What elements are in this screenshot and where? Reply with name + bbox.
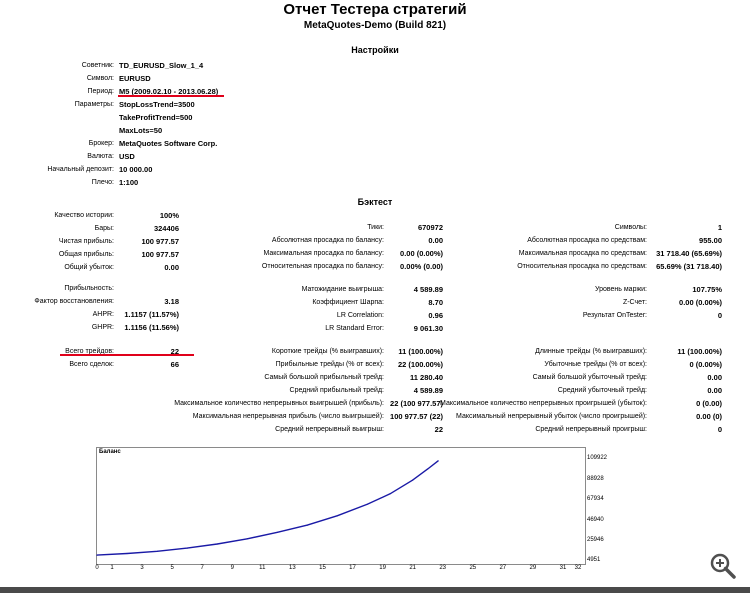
balance-point: [276, 531, 278, 533]
balance-point: [306, 524, 309, 526]
x-tick-label: 21: [409, 565, 417, 571]
balance-point: [186, 547, 188, 549]
x-tick-label: 32: [574, 565, 582, 571]
balance-point: [216, 543, 218, 545]
balance-point: [156, 550, 158, 552]
balance-point: [246, 538, 248, 540]
balance-point: [412, 479, 414, 481]
balance-point: [366, 503, 369, 505]
x-tick-label: 3: [140, 565, 144, 571]
balance-point: [389, 493, 391, 495]
x-tick-label: 27: [499, 565, 507, 571]
balance-chart-plot: [96, 460, 439, 556]
y-tick-label: 46940: [587, 517, 604, 523]
x-tick-label: 19: [379, 565, 386, 571]
y-tick-label: 67934: [587, 496, 604, 502]
balance-point: [96, 554, 98, 556]
y-tick-label: 88928: [587, 476, 604, 482]
x-tick-label: 11: [259, 565, 266, 571]
balance-point: [126, 552, 128, 555]
x-tick-label: 15: [319, 565, 326, 571]
zoom-in-icon[interactable]: [708, 551, 738, 581]
x-tick-label: 7: [200, 565, 204, 571]
balance-point: [427, 468, 429, 470]
y-tick-label: 4951: [587, 557, 601, 563]
balance-series-line: [96, 460, 439, 556]
x-tick-label: 5: [170, 565, 174, 571]
balance-point: [336, 515, 339, 517]
x-tick-label: 13: [289, 565, 296, 571]
x-tick-label: 17: [349, 565, 356, 571]
x-tick-label: 9: [230, 565, 234, 571]
x-tick-label: 25: [469, 565, 477, 571]
x-tick-label: 1: [110, 565, 114, 571]
y-tick-label: 25946: [587, 537, 604, 543]
bottom-bar: [0, 587, 750, 593]
y-tick-label: 109922: [587, 455, 608, 461]
x-tick-label: 23: [439, 565, 447, 571]
x-tick-label: 29: [529, 565, 537, 571]
balance-point: [437, 460, 439, 462]
